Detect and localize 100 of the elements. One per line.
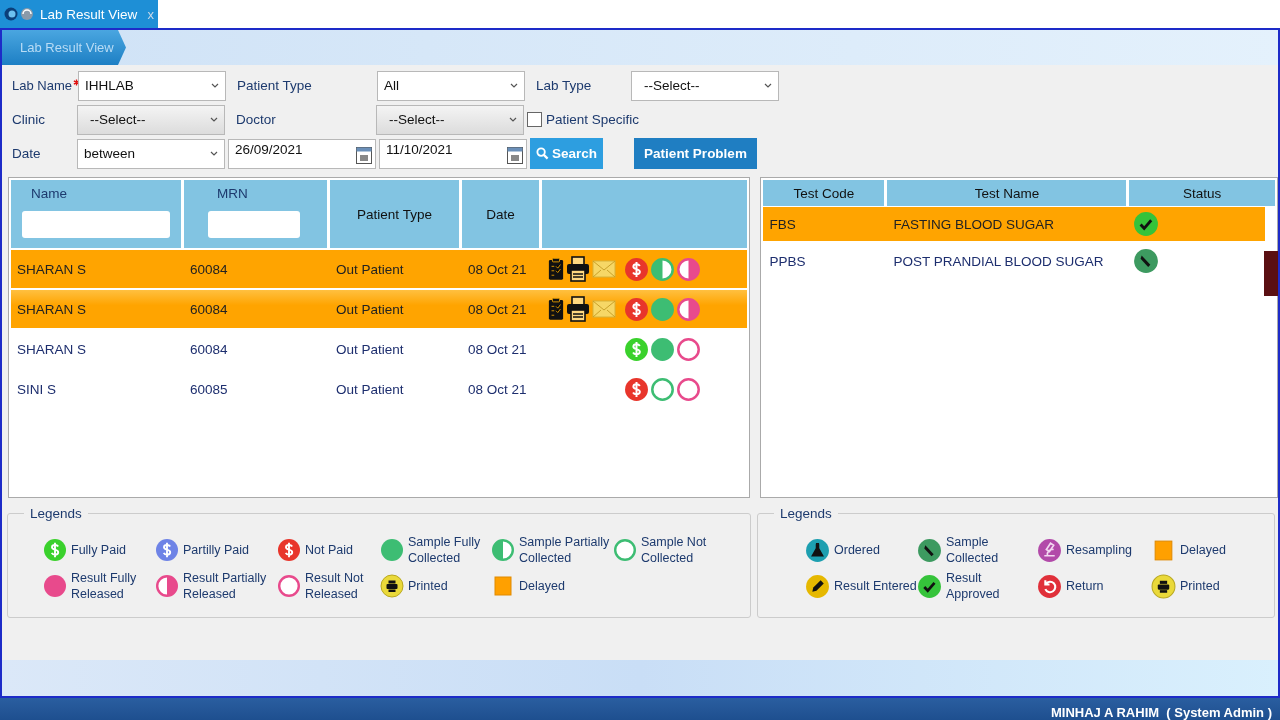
- check-icon: [917, 573, 943, 599]
- filled-circle-icon: [380, 538, 404, 562]
- square-icon: [491, 574, 515, 598]
- legend-label: Printed: [1180, 578, 1220, 594]
- legend-label: Ordered: [834, 542, 880, 558]
- caret-icon: [510, 83, 518, 88]
- legend-label: Sample Partially Collected: [519, 534, 611, 566]
- field-label: Lab Type: [536, 78, 593, 93]
- caret-icon: [211, 83, 219, 88]
- table-cell-text: SHARAN S: [16, 341, 88, 357]
- doctor-select[interactable]: --Select--: [376, 104, 524, 135]
- printer-icon[interactable]: [566, 296, 590, 322]
- ring-icon: [676, 336, 701, 362]
- patient-type-select[interactable]: All: [377, 70, 525, 101]
- table-cell-text: 60085: [189, 381, 229, 397]
- return-icon: [1037, 573, 1063, 599]
- checkbox-label: Patient Specific: [546, 112, 640, 127]
- flask-icon: [805, 537, 831, 563]
- half-circle-icon: [676, 256, 701, 282]
- legend-label: Result Approved: [946, 570, 1001, 602]
- filled-circle-icon: [43, 574, 67, 598]
- half-circle-icon: [491, 538, 515, 562]
- caret-icon: [764, 83, 772, 88]
- pencil-icon: [805, 573, 831, 599]
- side-handle[interactable]: [1264, 251, 1278, 296]
- mrn-filter-field[interactable]: [208, 211, 300, 238]
- legend-title: Legends: [29, 506, 83, 521]
- half-circle-icon: [155, 574, 179, 598]
- printer-icon: [1151, 573, 1177, 599]
- caret-icon: [210, 117, 218, 122]
- patient-row[interactable]: SHARAN S 60084 Out Patient 08 Oct 21: [11, 330, 748, 368]
- patient-problem-button[interactable]: Patient Problem: [634, 138, 757, 169]
- patient-row[interactable]: SHARAN S 60084 Out Patient 08 Oct 21: [11, 290, 748, 328]
- dollar-icon: [624, 296, 649, 322]
- ring-icon: [676, 376, 701, 402]
- clipboard-icon[interactable]: [548, 256, 564, 282]
- table-cell-text: 08 Oct 21: [467, 341, 528, 357]
- caret-icon: [210, 151, 218, 156]
- table-cell-text: 60084: [189, 261, 229, 277]
- legend-label: Sample Collected: [946, 534, 1000, 566]
- table-cell-text: Out Patient: [335, 301, 405, 317]
- test-row[interactable]: PPBS POST PRANDIAL BLOOD SUGAR: [763, 242, 1265, 280]
- table-cell-text: SHARAN S: [16, 301, 88, 317]
- legend-label: Sample Fully Collected: [408, 534, 482, 566]
- ring-icon: [613, 538, 637, 562]
- legend-label: Result Not Released: [305, 570, 365, 602]
- filled-circle-icon: [650, 296, 675, 322]
- search-icon: [536, 147, 549, 160]
- column-header[interactable]: Status: [1129, 180, 1275, 206]
- dollar-icon: [277, 538, 301, 562]
- caret-icon: [509, 117, 517, 122]
- table-cell-text: FBS: [768, 216, 797, 232]
- table-cell-text: 08 Oct 21: [467, 381, 528, 397]
- date-field[interactable]: 26/09/2021: [228, 138, 376, 169]
- lab-type-select[interactable]: --Select--: [631, 70, 779, 101]
- legend-label: Delayed: [1180, 542, 1226, 558]
- date-range-select[interactable]: between: [77, 138, 225, 169]
- check-icon: [1133, 211, 1160, 237]
- checkbox[interactable]: [527, 112, 542, 127]
- clinic-select[interactable]: --Select--: [77, 104, 225, 135]
- field-label: Lab Name: [12, 78, 72, 93]
- date-field[interactable]: 11/10/2021: [379, 138, 527, 169]
- table-cell-text: Out Patient: [335, 261, 405, 277]
- printer-icon[interactable]: [566, 256, 590, 282]
- app-logo-icon: [4, 6, 36, 22]
- calendar-icon: [356, 145, 372, 164]
- name-filter-field[interactable]: [22, 211, 170, 238]
- legend-title: Legends: [779, 506, 833, 521]
- legend-label: Result Partially Released: [183, 570, 268, 602]
- dollar-icon: [624, 336, 649, 362]
- ring-icon: [277, 574, 301, 598]
- calendar-icon: [507, 145, 523, 164]
- table-cell-text: SINI S: [16, 381, 57, 397]
- table-cell-text: 08 Oct 21: [467, 261, 528, 277]
- table-cell-text: SHARAN S: [16, 261, 88, 277]
- legend-label: Not Paid: [305, 542, 353, 558]
- field-label: Date: [12, 146, 42, 161]
- field-label: Doctor: [236, 112, 277, 127]
- patient-row[interactable]: SINI S 60085 Out Patient 08 Oct 21: [11, 370, 748, 408]
- legend-label: Partilly Paid: [183, 542, 249, 558]
- table-cell-text: PPBS: [768, 253, 807, 269]
- test-row[interactable]: FBS FASTING BLOOD SUGAR: [763, 207, 1265, 241]
- clipboard-icon[interactable]: [548, 296, 564, 322]
- table-cell-text: Out Patient: [335, 341, 405, 357]
- document-tab[interactable]: Lab Result View x: [0, 0, 158, 28]
- dollar-icon: [155, 538, 179, 562]
- lab-name-select[interactable]: IHHLAB: [78, 70, 226, 101]
- half-circle-icon: [676, 296, 701, 322]
- legend-label: Return: [1066, 578, 1104, 594]
- dollar-icon: [624, 376, 649, 402]
- column-title: Name: [31, 186, 68, 201]
- patient-row[interactable]: SHARAN S 60084 Out Patient 08 Oct 21: [11, 250, 748, 288]
- column-title: MRN: [217, 186, 249, 201]
- table-cell-text: POST PRANDIAL BLOOD SUGAR: [892, 253, 1105, 269]
- legend-label: Delayed: [519, 578, 565, 594]
- printer-icon: [380, 574, 404, 598]
- half-circle-icon: [650, 256, 675, 282]
- user-name: MINHAJ A RAHIM ( System Admin ): [1051, 705, 1272, 720]
- filled-circle-icon: [650, 336, 675, 362]
- legend-label: Resampling: [1066, 542, 1133, 558]
